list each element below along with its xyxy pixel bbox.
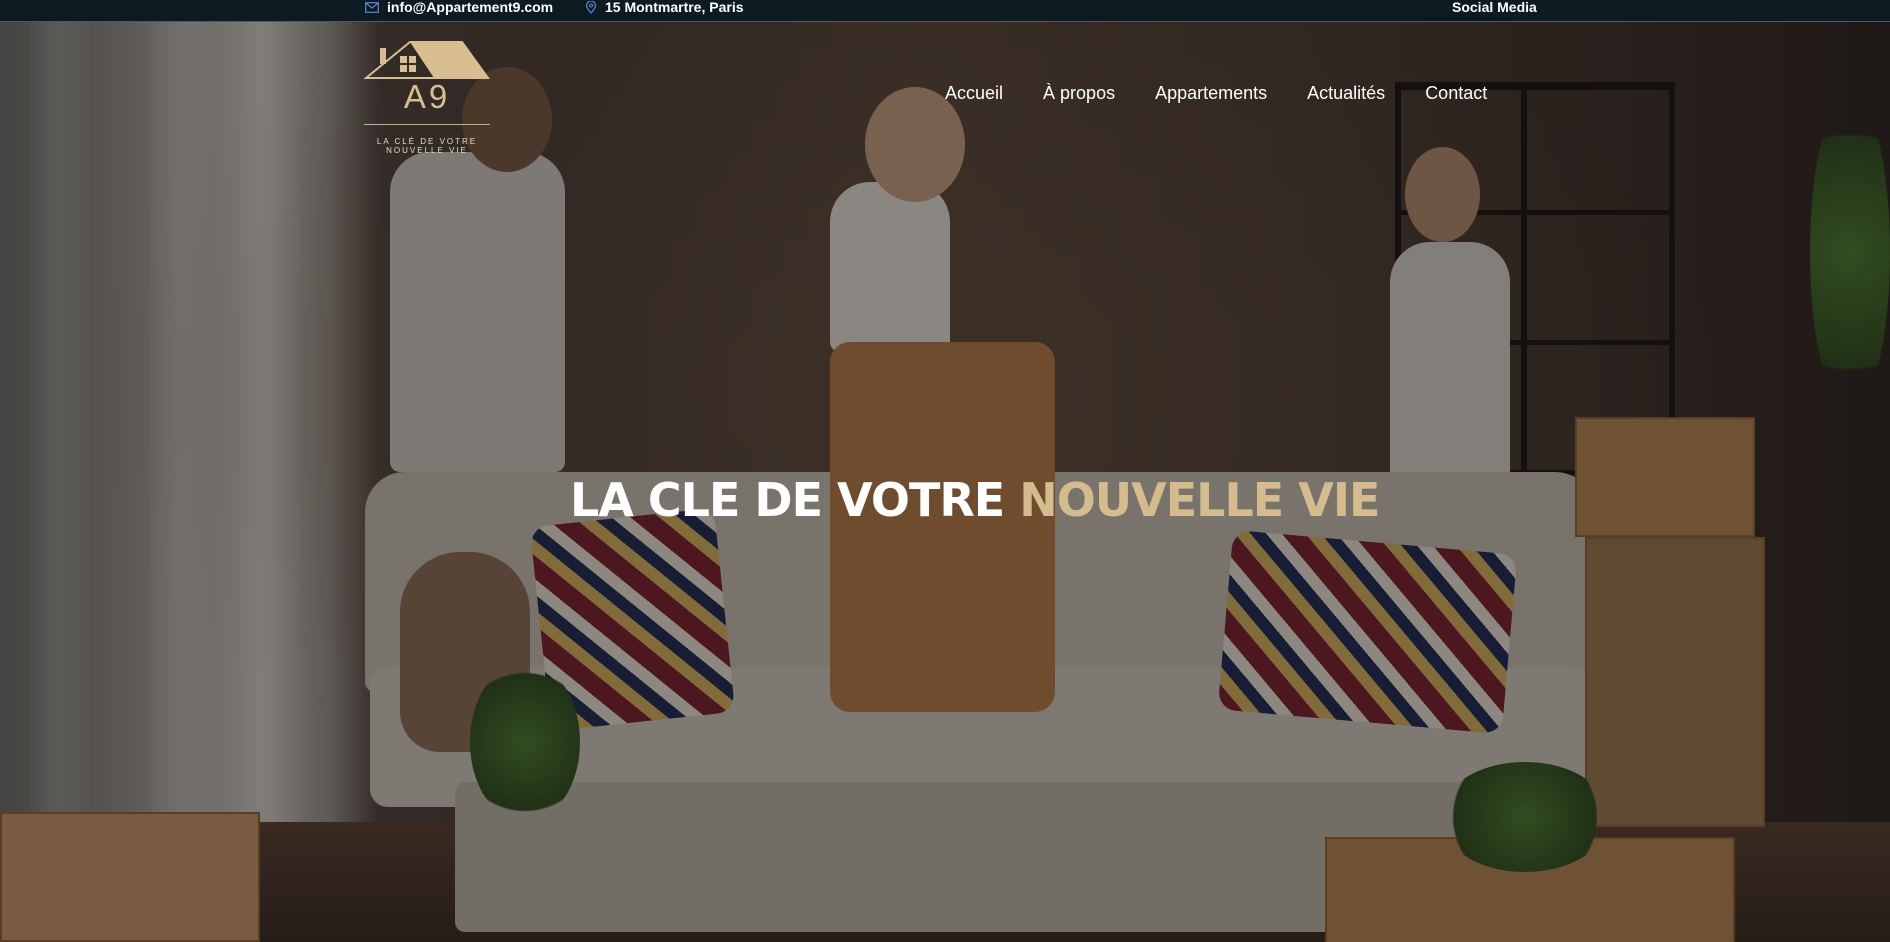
logo-tagline-line: NOUVELLE VIE (386, 146, 468, 155)
contact-address: 15 Montmartre, Paris (585, 0, 744, 15)
social-media-link[interactable]: Social Media (1452, 0, 1537, 14)
hero-title-gold: NOUVELLE VIE (1019, 473, 1380, 527)
top-info-bar: info@Appartement9.com 15 Montmartre, Par… (0, 0, 1890, 22)
email-text[interactable]: info@Appartement9.com (387, 0, 553, 15)
nav-item-a-propos[interactable]: À propos (1043, 80, 1115, 106)
logo-letters: A9 (403, 78, 451, 115)
logo-tagline: LA CLÉ DE VOTRE NOUVELLE VIE (368, 137, 486, 155)
hero-title: LA CLE DE VOTRE NOUVELLE VIE (570, 470, 1380, 530)
map-pin-icon (585, 0, 597, 14)
mail-icon (365, 1, 379, 13)
contact-email[interactable]: info@Appartement9.com (365, 0, 553, 15)
main-nav: Accueil À propos Appartements Actualités… (945, 80, 1487, 106)
house-roof-icon (364, 41, 490, 79)
logo-divider (364, 124, 490, 125)
hero-title-white: LA CLE DE VOTRE (570, 473, 1005, 527)
nav-item-contact[interactable]: Contact (1425, 80, 1487, 106)
nav-item-accueil[interactable]: Accueil (945, 80, 1003, 106)
logo-tagline-line: LA CLÉ DE VOTRE (376, 137, 478, 146)
nav-item-actualites[interactable]: Actualités (1307, 80, 1385, 106)
address-text: 15 Montmartre, Paris (605, 0, 744, 15)
nav-item-appartements[interactable]: Appartements (1155, 80, 1267, 106)
site-logo[interactable]: A9 LA CLÉ DE VOTRE NOUVELLE VIE (364, 40, 490, 158)
